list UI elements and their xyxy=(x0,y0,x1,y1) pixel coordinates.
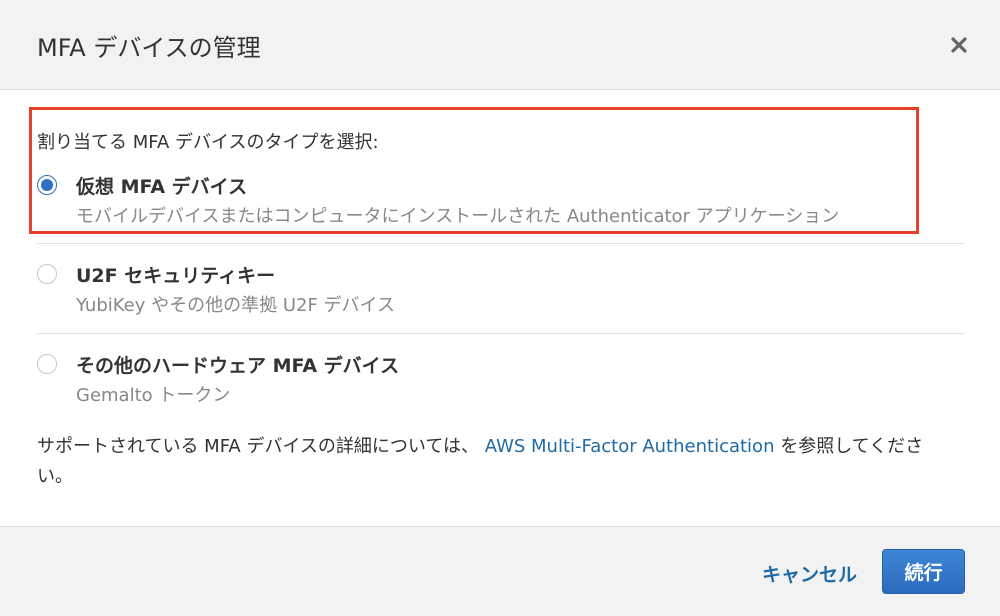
manage-mfa-dialog: MFA デバイスの管理 割り当てる MFA デバイスのタイプを選択: 仮想 MF… xyxy=(0,0,1000,616)
option-title-u2f-key: U2F セキュリティキー xyxy=(76,265,276,287)
option-virtual-mfa[interactable]: 仮想 MFA デバイス モバイルデバイスまたはコンピュータにインストールされた … xyxy=(37,172,965,228)
info-text-before: サポートされている MFA デバイスの詳細については、 xyxy=(37,436,480,457)
radio-hardware-mfa[interactable] xyxy=(37,354,57,374)
option-desc-u2f-key: YubiKey やその他の準拠 U2F デバイス xyxy=(76,295,396,316)
radio-u2f-key[interactable] xyxy=(37,264,57,284)
option-u2f-key[interactable]: U2F セキュリティキー YubiKey やその他の準拠 U2F デバイス xyxy=(37,261,965,317)
option-desc-virtual-mfa: モバイルデバイスまたはコンピュータにインストールされた Authenticato… xyxy=(76,206,840,227)
cancel-button[interactable]: キャンセル xyxy=(762,560,857,587)
close-button[interactable] xyxy=(950,36,968,54)
continue-button[interactable]: 続行 xyxy=(882,549,965,594)
info-text: サポートされている MFA デバイスの詳細については、 AWS Multi-Fa… xyxy=(37,432,957,492)
option-divider xyxy=(37,243,965,244)
device-type-prompt: 割り当てる MFA デバイスのタイプを選択: xyxy=(37,132,379,153)
dialog-footer: キャンセル 続行 xyxy=(0,526,1000,616)
option-hardware-mfa[interactable]: その他のハードウェア MFA デバイス Gemalto トークン xyxy=(37,351,965,407)
dialog-header: MFA デバイスの管理 xyxy=(0,0,1000,90)
option-desc-hardware-mfa: Gemalto トークン xyxy=(76,385,231,406)
option-title-virtual-mfa: 仮想 MFA デバイス xyxy=(76,176,248,198)
dialog-title: MFA デバイスの管理 xyxy=(37,34,261,62)
option-title-hardware-mfa: その他のハードウェア MFA デバイス xyxy=(76,355,400,377)
close-icon xyxy=(951,37,967,53)
radio-virtual-mfa[interactable] xyxy=(37,175,57,195)
aws-mfa-link[interactable]: AWS Multi-Factor Authentication xyxy=(485,436,775,457)
option-divider xyxy=(37,333,965,334)
